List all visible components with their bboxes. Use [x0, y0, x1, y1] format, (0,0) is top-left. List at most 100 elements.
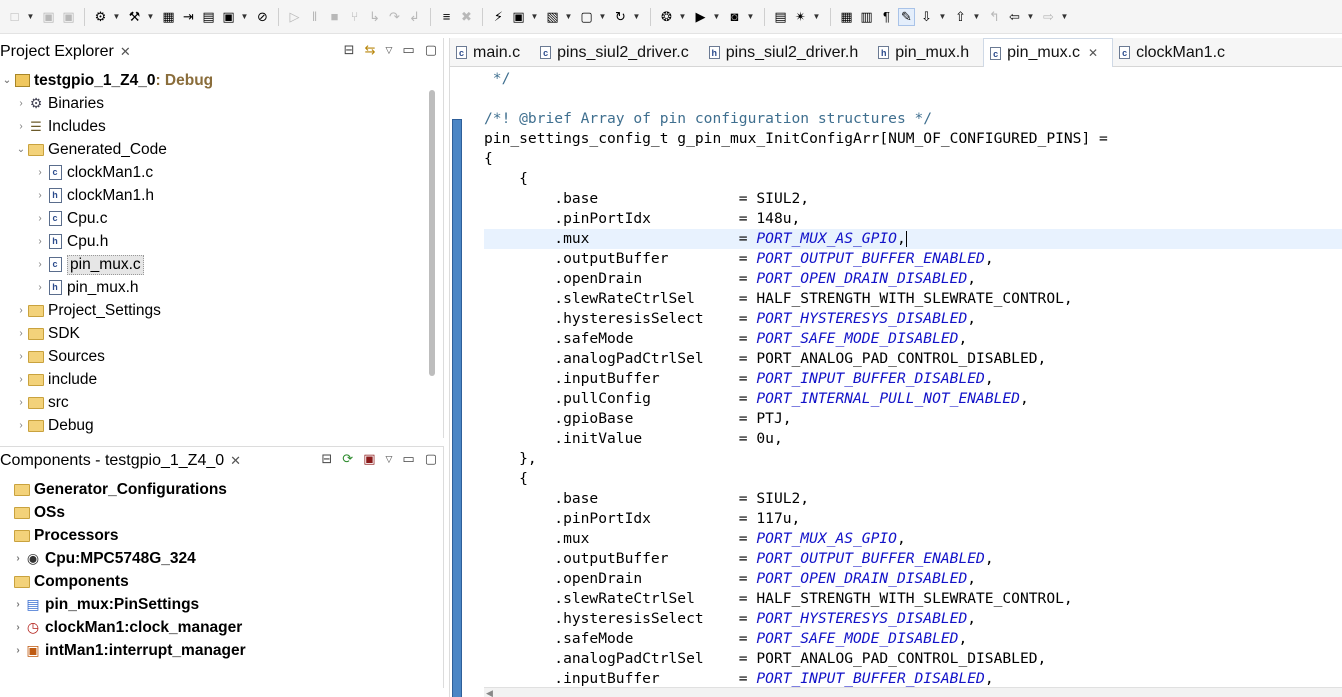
last-edit-icon[interactable]: ↰	[986, 8, 1003, 26]
terminate-icon[interactable]: ■	[326, 8, 343, 26]
expand-toggle-icon[interactable]: ›	[14, 305, 28, 316]
step-into-icon[interactable]: ↳	[366, 8, 383, 26]
disconnect-icon[interactable]: ⑂	[346, 8, 363, 26]
open-type-icon[interactable]: ▧	[544, 8, 561, 26]
dropdown-arrow-icon[interactable]: ▼	[598, 8, 607, 26]
tab-project-explorer[interactable]: Project Explorer ✕	[0, 43, 131, 61]
dropdown-arrow-icon[interactable]: ▼	[26, 8, 35, 26]
search-icon[interactable]: ✴	[792, 8, 809, 26]
suspend-icon[interactable]: ‖	[306, 8, 323, 26]
expand-toggle-icon[interactable]: ›	[14, 397, 28, 408]
collapse-all-icon[interactable]: ⊟	[344, 42, 355, 58]
tree-item[interactable]: › clockMan1.c	[0, 161, 427, 184]
editor-tab[interactable]: c clockMan1.c	[1113, 38, 1239, 67]
code-area[interactable]: */ /*! @brief Array of pin configuration …	[484, 67, 1342, 697]
tree-item[interactable]: › src	[0, 391, 427, 414]
expand-toggle-icon[interactable]: ›	[14, 328, 28, 339]
minimize-icon[interactable]: ▭	[402, 42, 414, 58]
terminal-icon[interactable]: ▣	[220, 8, 237, 26]
new-file-icon[interactable]: □	[6, 8, 23, 26]
step-over-icon[interactable]: ↷	[386, 8, 403, 26]
tree-item[interactable]: › Binaries	[0, 92, 427, 115]
expand-toggle-icon[interactable]: ›	[14, 351, 28, 362]
close-icon[interactable]: ✕	[120, 44, 131, 60]
step-return-icon[interactable]: ↲	[406, 8, 423, 26]
toggle-breadcrumb-icon[interactable]: ▦	[838, 8, 855, 26]
expand-toggle-icon[interactable]: ›	[33, 282, 47, 293]
tree-item[interactable]: › Debug	[0, 414, 427, 437]
expand-toggle-icon[interactable]: ›	[33, 190, 47, 201]
dropdown-arrow-icon[interactable]: ▼	[972, 8, 981, 26]
show-whitespace-icon[interactable]: ¶	[878, 8, 895, 26]
tree-item[interactable]: › intMan1:interrupt_manager	[0, 639, 427, 662]
editor-tab[interactable]: c pins_siul2_driver.c	[534, 38, 703, 67]
tree-item[interactable]: › pin_mux.c	[0, 253, 427, 276]
tree-item[interactable]: OSs	[0, 501, 427, 524]
generate-code-icon[interactable]: ⇥	[180, 8, 197, 26]
close-icon[interactable]: ✕	[230, 453, 241, 469]
components-icon[interactable]: ▤	[200, 8, 217, 26]
tree-item[interactable]: › Project_Settings	[0, 299, 427, 322]
expand-toggle-icon[interactable]: ›	[14, 420, 28, 431]
tree-item[interactable]: › clockMan1:clock_manager	[0, 616, 427, 639]
generate-processor-expert-code-icon[interactable]: ▣	[363, 451, 375, 467]
prev-annotation-icon[interactable]: ⇧	[952, 8, 969, 26]
refresh-icon[interactable]: ↻	[612, 8, 629, 26]
expand-toggle-icon[interactable]: ›	[33, 236, 47, 247]
save-all-icon[interactable]: ▣	[60, 8, 77, 26]
minimize-icon[interactable]: ▭	[402, 451, 414, 467]
expand-toggle-icon[interactable]: ›	[11, 599, 25, 610]
tree-item[interactable]: › pin_mux:PinSettings	[0, 593, 427, 616]
dropdown-arrow-icon[interactable]: ▼	[712, 8, 721, 26]
run-icon[interactable]: ▶	[692, 8, 709, 26]
tree-item[interactable]: › Sources	[0, 345, 427, 368]
expand-toggle-icon[interactable]: ›	[14, 98, 28, 109]
binary-icon[interactable]: ▦	[160, 8, 177, 26]
view-menu-icon[interactable]: ▽	[385, 454, 392, 465]
view-menu-icon[interactable]: ▽	[385, 45, 392, 56]
close-icon[interactable]: ✕	[1088, 46, 1098, 60]
dropdown-arrow-icon[interactable]: ▼	[530, 8, 539, 26]
save-icon[interactable]: ▣	[40, 8, 57, 26]
new-project-icon[interactable]: ▣	[510, 8, 527, 26]
back-icon[interactable]: ⇦	[1006, 8, 1023, 26]
dropdown-arrow-icon[interactable]: ▼	[746, 8, 755, 26]
expand-toggle-icon[interactable]: ›	[14, 374, 28, 385]
editor-tab[interactable]: c pin_mux.c ✕	[983, 38, 1114, 67]
forward-icon[interactable]: ⇨	[1040, 8, 1057, 26]
tree-item[interactable]: › Cpu:MPC5748G_324	[0, 547, 427, 570]
dropdown-arrow-icon[interactable]: ▼	[146, 8, 155, 26]
expand-toggle-icon[interactable]: ⌄	[14, 144, 28, 155]
collapse-all-icon[interactable]: ⊟	[321, 451, 332, 467]
dropdown-arrow-icon[interactable]: ▼	[812, 8, 821, 26]
maximize-icon[interactable]: ▢	[425, 451, 437, 467]
next-annotation-icon[interactable]: ⇩	[918, 8, 935, 26]
tree-item[interactable]: › Includes	[0, 115, 427, 138]
build-icon[interactable]: ⚒	[126, 8, 143, 26]
highlight-icon[interactable]: ✎	[898, 7, 915, 26]
dropdown-arrow-icon[interactable]: ▼	[1026, 8, 1035, 26]
tree-item[interactable]: › SDK	[0, 322, 427, 345]
dropdown-arrow-icon[interactable]: ▼	[564, 8, 573, 26]
expand-toggle-icon[interactable]: ›	[11, 622, 25, 633]
tree-item[interactable]: › pin_mux.h	[0, 276, 427, 299]
maximize-icon[interactable]: ▢	[425, 42, 437, 58]
tree-item[interactable]: › include	[0, 368, 427, 391]
expand-toggle-icon[interactable]: ›	[11, 645, 25, 656]
resume-icon[interactable]: ▷	[286, 8, 303, 26]
new-class-icon[interactable]: ▢	[578, 8, 595, 26]
expand-toggle-icon[interactable]: ›	[33, 167, 47, 178]
tree-item[interactable]: › Cpu.h	[0, 230, 427, 253]
expand-toggle-icon[interactable]: ›	[33, 213, 47, 224]
refresh-components-icon[interactable]: ⟳	[342, 451, 353, 467]
skip-breakpoints-icon[interactable]: ⊘	[254, 8, 271, 26]
open-folder-icon[interactable]: ▤	[772, 8, 789, 26]
link-with-editor-icon[interactable]: ⇆	[365, 42, 376, 58]
editor-tab[interactable]: h pin_mux.h	[872, 38, 983, 67]
dropdown-arrow-icon[interactable]: ▼	[938, 8, 947, 26]
editor-tab[interactable]: h pins_siul2_driver.h	[703, 38, 873, 67]
expand-toggle-icon[interactable]: ⌄	[0, 75, 14, 86]
tree-item[interactable]: › Cpu.c	[0, 207, 427, 230]
expand-toggle-icon[interactable]: ›	[33, 259, 47, 270]
settings-icon[interactable]: ⚙	[92, 8, 109, 26]
